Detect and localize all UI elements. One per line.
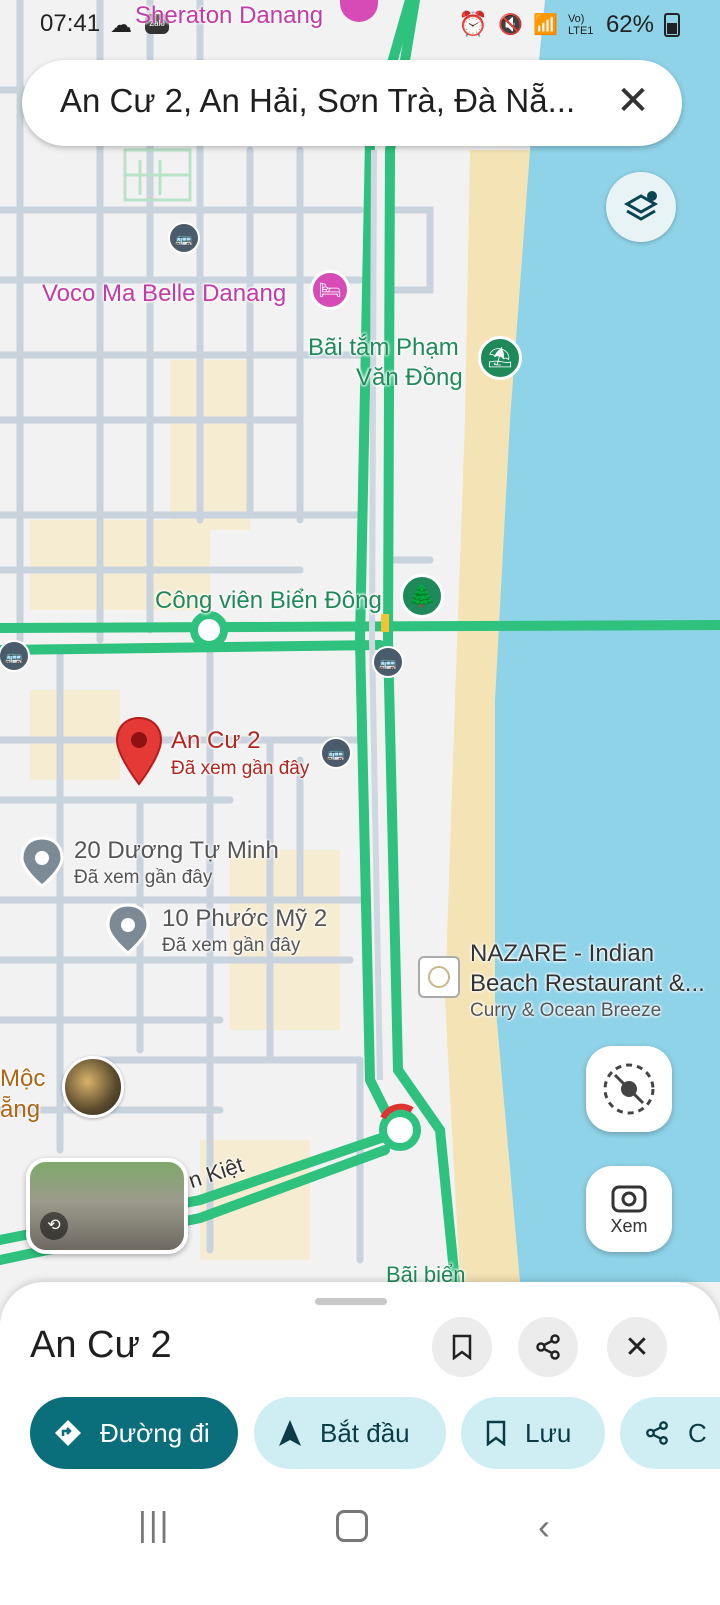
map-label-nazare-2[interactable]: Beach Restaurant &... <box>470 970 705 998</box>
bookmark-icon <box>452 1334 472 1360</box>
status-time: 07:41 <box>40 10 101 37</box>
battery-icon <box>664 12 680 37</box>
camera-lens-icon <box>611 1185 647 1212</box>
close-sheet-button[interactable]: ✕ <box>607 1317 667 1377</box>
start-button[interactable]: Bắt đầu <box>254 1397 446 1469</box>
save-button[interactable]: Lưu <box>461 1397 605 1469</box>
system-navigation-bar: ||| ‹ <box>0 1486 720 1566</box>
map-label-phuoc-my-sub: Đã xem gần đây <box>162 935 301 956</box>
bus-stop-icon[interactable]: 🚌 <box>372 646 404 678</box>
map-label-moc-2[interactable]: ẵng <box>0 1096 40 1124</box>
map-label-duong-tu-minh[interactable]: 20 Dương Tự Minh <box>74 837 279 865</box>
navigation-arrow-icon <box>278 1419 302 1447</box>
bookmark-icon <box>485 1420 507 1446</box>
park-pin-icon[interactable]: 🌲 <box>400 574 444 618</box>
directions-icon <box>54 1419 82 1447</box>
street-view-thumbnail[interactable]: ⟲ <box>26 1158 188 1254</box>
home-button[interactable] <box>336 1510 368 1542</box>
bus-stop-icon[interactable]: 🚌 <box>320 737 352 769</box>
share-icon <box>536 1334 560 1360</box>
network-label: Vo) LTE1 <box>567 12 594 37</box>
map-label-an-cu[interactable]: An Cư 2 <box>171 727 260 755</box>
wifi-icon: 📶 <box>533 14 558 36</box>
directions-label: Đường đi <box>100 1417 210 1448</box>
location-off-button[interactable] <box>586 1046 672 1132</box>
share-icon <box>644 1420 670 1446</box>
map-label-park[interactable]: Công viên Biển Đông <box>155 587 382 615</box>
map-label-duong-tu-minh-sub: Đã xem gần đây <box>74 867 213 888</box>
sheet-drag-handle[interactable] <box>315 1298 387 1305</box>
share-button[interactable] <box>518 1317 578 1377</box>
status-indicators: ⏰ 🔇 📶 Vo) LTE1 62% <box>458 10 680 39</box>
battery-percent: 62% <box>605 10 654 38</box>
map-label-beach-pham-2[interactable]: Văn Đồng <box>356 364 463 392</box>
cloud-icon: ☁ <box>110 12 132 37</box>
layers-button[interactable] <box>606 172 676 242</box>
map-label-phuoc-my[interactable]: 10 Phước Mỹ 2 <box>162 905 327 933</box>
share-chip-button[interactable]: C <box>620 1397 720 1469</box>
clear-search-button[interactable]: ✕ <box>608 76 658 126</box>
directions-button[interactable]: Đường đi <box>30 1397 238 1469</box>
lens-view-button[interactable]: Xem <box>586 1166 672 1252</box>
map-label-nazare-3: Curry & Ocean Breeze <box>470 1000 662 1021</box>
map-label-beach-pham-1[interactable]: Bãi tắm Phạm <box>308 334 459 362</box>
share-label: C <box>688 1417 707 1448</box>
rotate-360-icon: ⟲ <box>40 1212 68 1240</box>
save-label: Lưu <box>525 1417 572 1448</box>
bus-stop-icon[interactable]: 🚌 <box>168 222 200 254</box>
map-label-voco[interactable]: Voco Ma Belle Danang <box>42 280 286 308</box>
place-title: An Cư 2 <box>30 1324 172 1366</box>
selected-location-pin-icon[interactable] <box>114 716 164 786</box>
start-label: Bắt đầu <box>320 1417 410 1448</box>
mute-icon: 🔇 <box>498 14 524 36</box>
layers-icon <box>623 191 659 221</box>
hotel-pin-icon[interactable]: 🛏 <box>310 270 350 310</box>
recents-button[interactable]: ||| <box>138 1506 171 1545</box>
map-label-nazare-1[interactable]: NAZARE - Indian <box>470 940 654 968</box>
recent-place-pin-icon[interactable] <box>106 903 150 955</box>
search-query[interactable]: An Cư 2, An Hải, Sơn Trà, Đà Nẵ... <box>60 82 575 120</box>
lens-view-label: Xem <box>610 1215 648 1236</box>
restaurant-logo-icon[interactable] <box>418 956 460 998</box>
close-icon: ✕ <box>624 1330 650 1364</box>
map-label-sheraton[interactable]: Sheraton Danang <box>135 2 323 30</box>
bookmark-button[interactable] <box>432 1317 492 1377</box>
place-photo-thumbnail[interactable] <box>62 1056 124 1118</box>
alarm-icon: ⏰ <box>458 11 489 38</box>
back-button[interactable]: ‹ <box>538 1506 550 1548</box>
beach-pin-icon[interactable]: ⛱ <box>478 336 522 380</box>
search-bar[interactable]: An Cư 2, An Hải, Sơn Trà, Đà Nẵ... ✕ <box>22 60 682 146</box>
map-label-moc-1[interactable]: Mộc <box>0 1065 45 1093</box>
location-disabled-icon <box>603 1063 655 1115</box>
map-label-an-cu-sub: Đã xem gần đây <box>171 758 310 779</box>
recent-place-pin-icon[interactable] <box>20 836 64 888</box>
